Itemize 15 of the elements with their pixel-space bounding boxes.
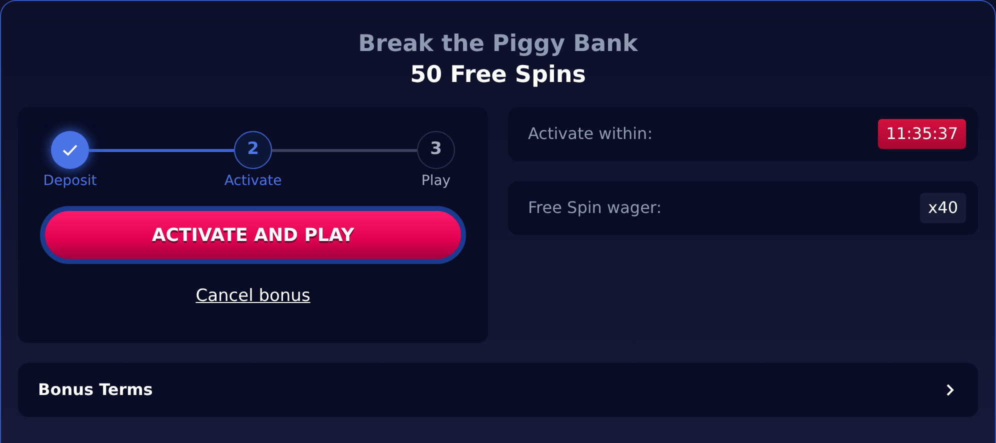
step-label: Play [421,172,451,191]
bonus-subtitle: 50 Free Spins [409,61,587,90]
step-label: Activate [224,172,282,191]
chevron-right-icon [946,384,954,396]
info-label: Free Spin wager: [528,197,662,219]
activate-and-play-button[interactable]: ACTIVATE AND PLAY [40,206,466,264]
cancel-bonus-link[interactable]: Cancel bonus [196,286,310,306]
bonus-terms-row[interactable]: Bonus Terms [18,363,978,417]
step-number: 3 [417,131,455,169]
step-label: Deposit [43,172,97,191]
wager-value: x40 [920,193,966,223]
countdown-timer: 11:35:37 [878,119,966,149]
bonus-title: Break the Piggy Bank [357,30,639,59]
step-number: 2 [234,131,272,169]
info-label: Activate within: [528,123,653,145]
